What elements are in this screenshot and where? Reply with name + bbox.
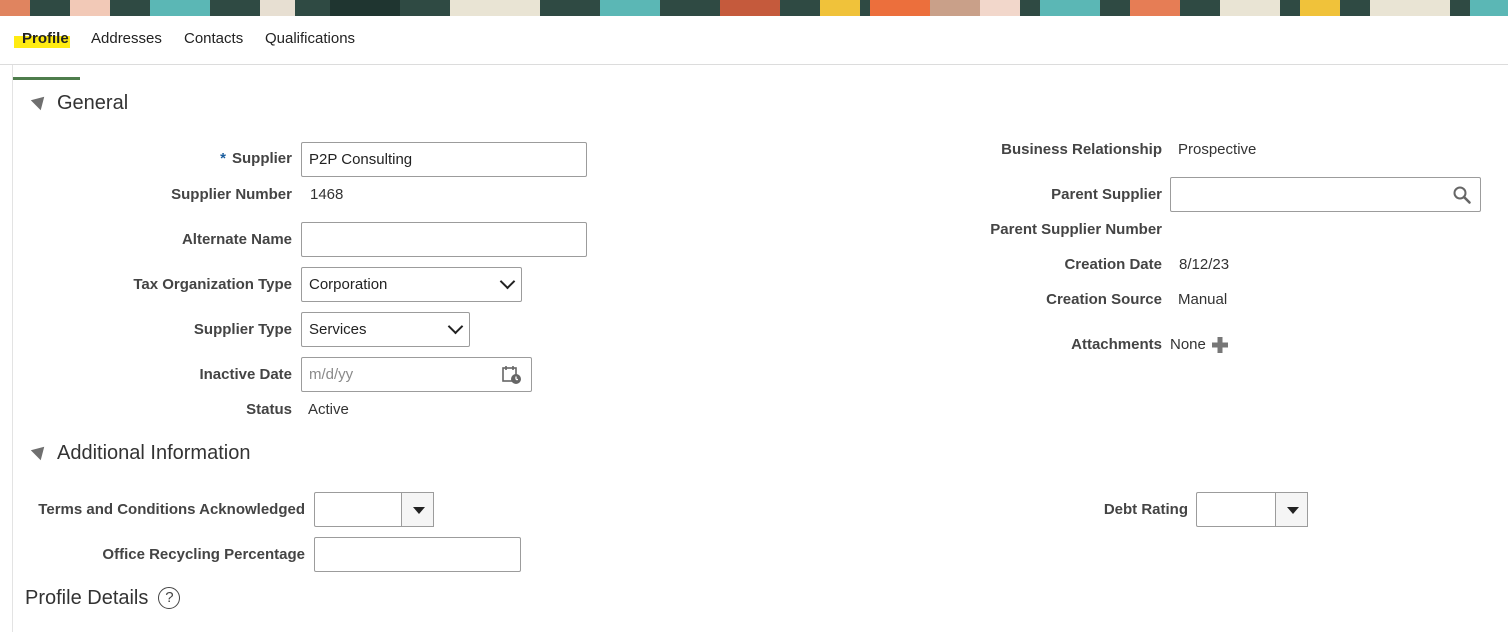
creation-source-label: Creation Source [1046, 291, 1162, 308]
dropdown-arrow-icon[interactable] [1275, 492, 1308, 527]
profile-details-title: Profile Details [25, 587, 149, 609]
tax-organization-type-label: Tax Organization Type [133, 276, 292, 293]
creation-date-label: Creation Date [1064, 256, 1162, 273]
add-attachment-icon[interactable] [1211, 336, 1229, 354]
supplier-label: * Supplier [220, 150, 292, 167]
attachments-value: None [1170, 336, 1206, 353]
profile-details-header: Profile Details? [25, 587, 181, 611]
office-recycling-label: Office Recycling Percentage [102, 546, 305, 563]
debt-rating-select[interactable] [1196, 492, 1308, 527]
inactive-date-label: Inactive Date [199, 366, 292, 383]
collapse-triangle-icon[interactable] [30, 91, 50, 111]
business-relationship-label: Business Relationship [1001, 141, 1162, 158]
tab-bar: Profile Addresses Contacts Qualification… [0, 16, 1508, 80]
general-section-header[interactable]: General [30, 91, 129, 115]
supplier-type-select[interactable]: Services [301, 312, 470, 347]
supplier-type-label: Supplier Type [193, 321, 292, 338]
supplier-input[interactable]: P2P Consulting [301, 142, 587, 177]
alternate-name-label: Alternate Name [181, 231, 292, 248]
parent-supplier-number-label: Parent Supplier Number [990, 221, 1162, 238]
office-recycling-input[interactable] [314, 537, 521, 572]
general-section-title: General [57, 92, 129, 114]
tab-addresses[interactable]: Addresses [91, 30, 162, 47]
additional-info-section-header[interactable]: Additional Information [30, 441, 251, 465]
parent-supplier-label: Parent Supplier [1051, 186, 1162, 203]
creation-date-value: 8/12/23 [1179, 256, 1230, 273]
terms-acknowledged-select[interactable] [314, 492, 434, 527]
help-icon[interactable]: ? [158, 587, 181, 609]
tab-qualifications[interactable]: Qualifications [265, 30, 355, 47]
inactive-date-input[interactable]: m/d/yy [301, 357, 532, 392]
collapse-triangle-icon[interactable] [30, 441, 50, 461]
business-relationship-value: Prospective [1178, 141, 1257, 158]
search-icon[interactable] [1452, 185, 1472, 205]
header-banner [0, 0, 1508, 16]
additional-info-section-title: Additional Information [57, 442, 251, 464]
tab-contacts[interactable]: Contacts [184, 30, 243, 47]
debt-rating-label: Debt Rating [1103, 501, 1188, 518]
tab-profile[interactable]: Profile [22, 30, 69, 47]
required-marker: * [220, 150, 226, 167]
dropdown-arrow-icon[interactable] [401, 492, 434, 527]
calendar-icon[interactable] [501, 364, 523, 386]
chevron-down-icon [447, 318, 464, 335]
status-label: Status [246, 401, 292, 418]
terms-acknowledged-label: Terms and Conditions Acknowledged [38, 501, 305, 518]
attachments-label: Attachments [1071, 336, 1162, 353]
parent-supplier-input[interactable] [1170, 177, 1481, 212]
creation-source-value: Manual [1178, 291, 1228, 308]
alternate-name-input[interactable] [301, 222, 587, 257]
supplier-number-label: Supplier Number [171, 186, 292, 203]
supplier-number-value: 1468 [310, 186, 344, 203]
chevron-down-icon [499, 273, 516, 290]
status-value: Active [308, 401, 349, 418]
tax-organization-type-select[interactable]: Corporation [301, 267, 522, 302]
